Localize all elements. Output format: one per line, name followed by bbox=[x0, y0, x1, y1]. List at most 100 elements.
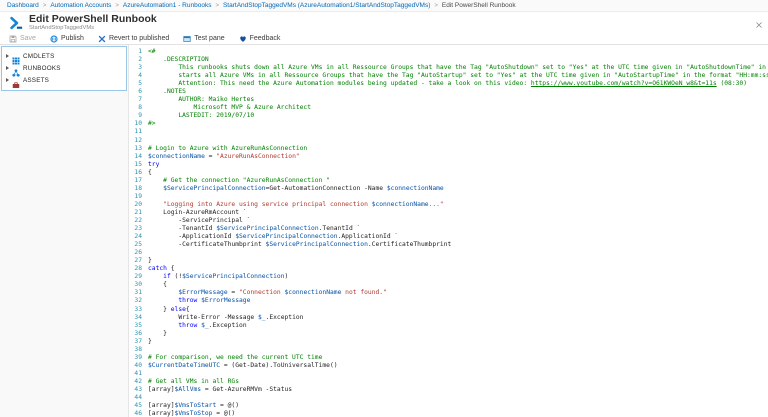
breadcrumb-item[interactable]: Dashboard bbox=[7, 2, 39, 9]
code-text: # Get all VMs in all RGs bbox=[148, 378, 768, 386]
blade-header: Edit PowerShell Runbook StartAndStopTagg… bbox=[0, 12, 768, 33]
code-text: -CertificateThumbprint $ServicePrincipal… bbox=[148, 241, 768, 249]
expand-caret-icon[interactable] bbox=[6, 66, 9, 70]
line-number: 27 bbox=[129, 257, 142, 265]
line-number: 4 bbox=[129, 72, 142, 80]
code-text: LASTEDIT: 2019/07/10 bbox=[148, 112, 768, 120]
revert-to-published-button[interactable]: Revert to published bbox=[98, 35, 169, 43]
code-text: [array]$VmsToStop = @() bbox=[148, 410, 768, 417]
sidebar-item-runbooks[interactable]: RUNBOOKS bbox=[2, 62, 126, 74]
runbook-icon bbox=[9, 16, 23, 30]
breadcrumb-separator: > bbox=[114, 3, 120, 9]
test-pane-button[interactable]: Test pane bbox=[183, 35, 224, 43]
code-line: 8 Microsoft MVP & Azure Architect bbox=[129, 104, 768, 112]
code-editor[interactable]: 1<#2 .DESCRIPTION3 This runbooks shuts d… bbox=[129, 45, 768, 417]
page-title: Edit PowerShell Runbook bbox=[29, 14, 157, 25]
breadcrumb-item: Edit PowerShell Runbook bbox=[442, 2, 516, 9]
code-line: 2 .DESCRIPTION bbox=[129, 56, 768, 64]
breadcrumb-separator: > bbox=[214, 3, 220, 9]
code-text: } bbox=[148, 338, 768, 346]
code-line: 6 .NOTES bbox=[129, 88, 768, 96]
toolbar-button-label: Test pane bbox=[194, 35, 224, 42]
line-number: 7 bbox=[129, 96, 142, 104]
code-text bbox=[148, 137, 768, 145]
code-text: } else{ bbox=[148, 306, 768, 314]
code-text: throw $ErrorMessage bbox=[148, 297, 768, 305]
line-number: 30 bbox=[129, 281, 142, 289]
line-number: 20 bbox=[129, 201, 142, 209]
code-line: 35 throw $_.Exception bbox=[129, 322, 768, 330]
code-line: 32 throw $ErrorMessage bbox=[129, 297, 768, 305]
test-pane-icon bbox=[183, 35, 191, 43]
toolbar-button-label: Revert to published bbox=[109, 35, 169, 42]
line-number: 17 bbox=[129, 177, 142, 185]
line-number: 44 bbox=[129, 394, 142, 402]
code-text: if (!$ServicePrincipalConnection) bbox=[148, 273, 768, 281]
code-text: This runbooks shuts down all Azure VMs i… bbox=[148, 64, 768, 72]
line-number: 34 bbox=[129, 314, 142, 322]
code-text: # Login to Azure with AzureRunAsConnecti… bbox=[148, 145, 768, 153]
line-number: 25 bbox=[129, 241, 142, 249]
line-number: 12 bbox=[129, 137, 142, 145]
code-text: .NOTES bbox=[148, 88, 768, 96]
code-line: 15try bbox=[129, 161, 768, 169]
code-text bbox=[148, 128, 768, 136]
line-number: 21 bbox=[129, 209, 142, 217]
breadcrumb-separator: > bbox=[433, 3, 439, 9]
code-line: 20 "Logging into Azure using service pri… bbox=[129, 201, 768, 209]
line-number: 29 bbox=[129, 273, 142, 281]
code-line: 19 bbox=[129, 193, 768, 201]
code-line: 22 -ServicePrincipal ` bbox=[129, 217, 768, 225]
code-text: AUTHOR: Maiko Hertes bbox=[148, 96, 768, 104]
line-number: 13 bbox=[129, 145, 142, 153]
feedback-button[interactable]: Feedback bbox=[239, 35, 281, 43]
code-line: 29 if (!$ServicePrincipalConnection) bbox=[129, 273, 768, 281]
line-number: 8 bbox=[129, 104, 142, 112]
code-line: 38 bbox=[129, 346, 768, 354]
toolbar-button-label: Publish bbox=[61, 35, 84, 42]
close-icon[interactable] bbox=[755, 16, 763, 24]
code-line: 13 # Login to Azure with AzureRunAsConnec… bbox=[129, 145, 768, 153]
line-number: 5 bbox=[129, 80, 142, 88]
breadcrumb: Dashboard>Automation Accounts>AzureAutom… bbox=[0, 0, 768, 12]
code-text: -TenantId $ServicePrincipalConnection.Te… bbox=[148, 225, 768, 233]
line-number: 6 bbox=[129, 88, 142, 96]
publish-icon bbox=[50, 35, 58, 43]
code-text: "Logging into Azure using service princi… bbox=[148, 201, 768, 209]
code-text bbox=[148, 193, 768, 201]
code-line: 5 Attention: This need the Azure Automat… bbox=[129, 80, 768, 88]
line-number: 11 bbox=[129, 128, 142, 136]
code-line: 9 LASTEDIT: 2019/07/10 bbox=[129, 112, 768, 120]
code-text: } bbox=[148, 330, 768, 338]
publish-button[interactable]: Publish bbox=[50, 35, 84, 43]
code-text: $ErrorMessage = "Connection $connectionN… bbox=[148, 289, 768, 297]
code-line: 27} bbox=[129, 257, 768, 265]
save-button: Save bbox=[9, 35, 36, 43]
line-number: 26 bbox=[129, 249, 142, 257]
line-number: 40 bbox=[129, 362, 142, 370]
line-number: 31 bbox=[129, 289, 142, 297]
code-line: 33 } else{ bbox=[129, 306, 768, 314]
expand-caret-icon[interactable] bbox=[6, 54, 9, 58]
breadcrumb-item[interactable]: Automation Accounts bbox=[50, 2, 111, 9]
line-number: 46 bbox=[129, 410, 142, 417]
sidebar-item-assets[interactable]: ASSETS bbox=[2, 74, 126, 86]
code-text: Write-Error -Message $_.Exception bbox=[148, 314, 768, 322]
code-text bbox=[148, 370, 768, 378]
runbooks-icon bbox=[12, 64, 20, 72]
code-line: 39# For comparison, we need the current … bbox=[129, 354, 768, 362]
code-line: 28catch { bbox=[129, 265, 768, 273]
sidebar-item-cmdlets[interactable]: CMDLETS bbox=[2, 50, 126, 62]
line-number: 18 bbox=[129, 185, 142, 193]
code-text: } bbox=[148, 257, 768, 265]
feedback-icon bbox=[239, 35, 247, 43]
code-text bbox=[148, 394, 768, 402]
code-text: Login-AzureRmAccount ` bbox=[148, 209, 768, 217]
code-text: -ApplicationId $ServicePrincipalConnecti… bbox=[148, 233, 768, 241]
expand-caret-icon[interactable] bbox=[6, 78, 9, 82]
code-line: 12 bbox=[129, 137, 768, 145]
breadcrumb-item[interactable]: StartAndStopTaggedVMs (AzureAutomation1/… bbox=[223, 2, 430, 9]
breadcrumb-item[interactable]: AzureAutomation1 - Runbooks bbox=[123, 2, 212, 9]
code-line: 26 bbox=[129, 249, 768, 257]
code-text: $CurrentDateTimeUTC = (Get-Date).ToUnive… bbox=[148, 362, 768, 370]
